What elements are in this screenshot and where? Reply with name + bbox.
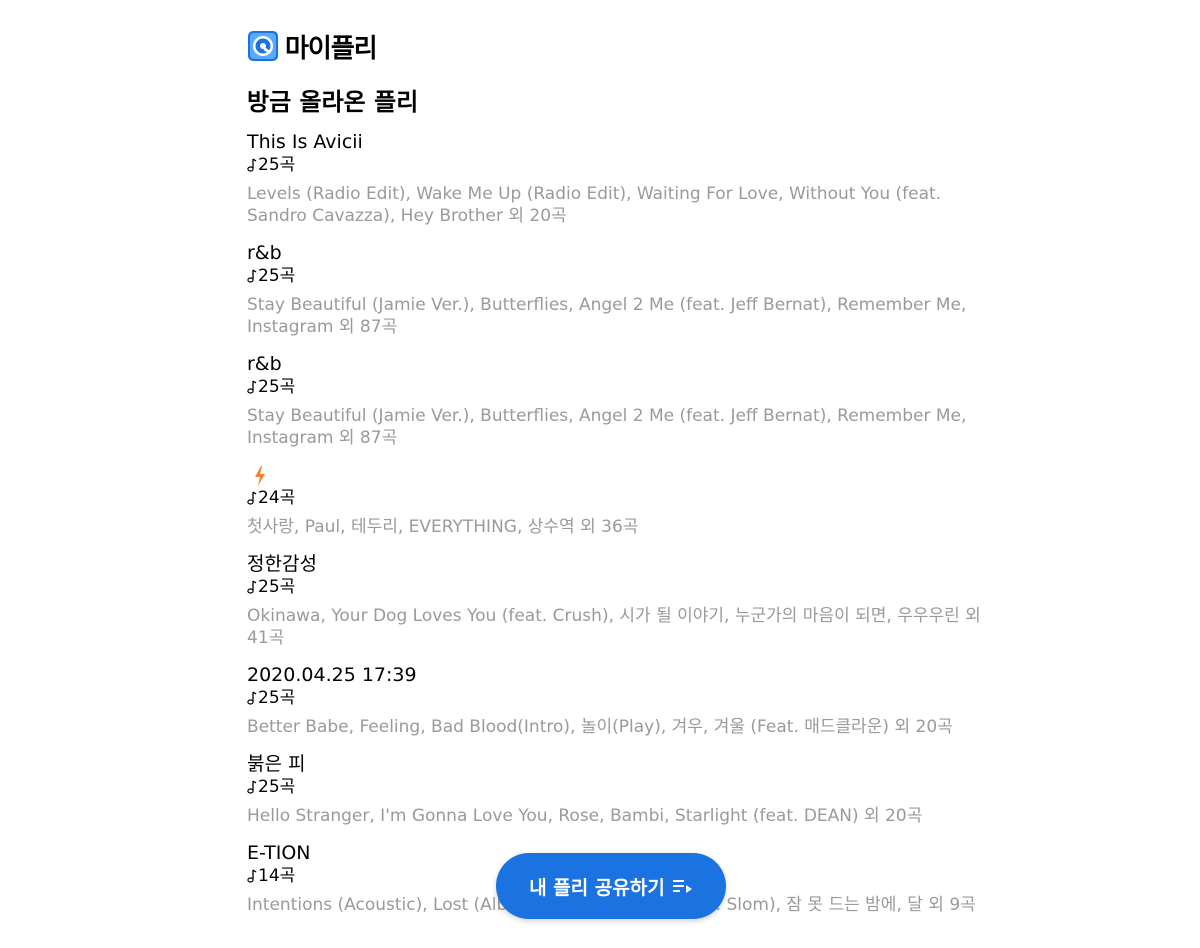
playlist-track-count: 25곡	[247, 576, 987, 598]
playlist-item[interactable]: 2020.04.25 17:39 25곡 Better Babe, Feeling,…	[247, 663, 987, 738]
playlist-item[interactable]: r&b 25곡 Stay Beautiful (Jamie Ver.), Butte…	[247, 352, 987, 449]
music-note-icon	[247, 158, 257, 172]
playlist-title-text: This Is Avicii	[247, 131, 363, 153]
playlist-title-text: r&b	[247, 242, 282, 264]
playlist-title: 붉은 피	[247, 752, 987, 776]
playlist-list: This Is Avicii 25곡 Levels (Radio Edit), Wa…	[247, 130, 987, 916]
playlist-item[interactable]: 정한감성 25곡 Okinawa, Your Dog Loves You (feat…	[247, 552, 987, 649]
playlist-count-text: 25곡	[258, 377, 296, 397]
playlist-track-preview: Levels (Radio Edit), Wake Me Up (Radio E…	[247, 184, 942, 226]
playlist-item[interactable]: This Is Avicii 25곡 Levels (Radio Edit), Wa…	[247, 130, 987, 227]
playlist-title-text: 2020.04.25 17:39	[247, 664, 417, 686]
playlist-title-text: 정한감성	[247, 553, 317, 575]
playlist-title: r&b	[247, 352, 987, 376]
playlist-item[interactable]: 24곡첫사랑, Paul, 테두리, EVERYTHING, 상수역 외 36곡	[247, 463, 987, 538]
playlist-item[interactable]: 붉은 피 25곡 Hello Stranger, I'm Gonna Love Yo…	[247, 752, 987, 827]
music-note-icon	[247, 269, 257, 283]
playlist-queue-icon	[672, 880, 692, 893]
playlist-title: This Is Avicii	[247, 130, 987, 154]
playlist-count-text: 25곡	[258, 777, 296, 797]
share-playlist-button[interactable]: 내 플리 공유하기	[496, 853, 726, 919]
playlist-track-count: 25곡	[247, 776, 987, 798]
main-content: 마이플리 방금 올라온 플리 This Is Avicii 25곡 Levels (…	[247, 28, 987, 930]
playlist-title	[247, 463, 987, 487]
playlist-track-preview: Hello Stranger, I'm Gonna Love You, Rose…	[247, 806, 923, 826]
playlist-track-count: 25곡	[247, 687, 987, 709]
share-button-label: 내 플리 공유하기	[529, 876, 665, 899]
playlist-track-preview: Okinawa, Your Dog Loves You (feat. Crush…	[247, 606, 981, 648]
playlist-count-text: 25곡	[258, 577, 296, 597]
section-title: 방금 올라온 플리	[247, 88, 419, 116]
music-note-icon	[247, 580, 257, 594]
disc-logo-icon	[248, 31, 278, 61]
playlist-track-preview: Stay Beautiful (Jamie Ver.), Butterflies…	[247, 295, 967, 337]
playlist-count-text: 25곡	[258, 155, 296, 175]
playlist-track-preview: Better Babe, Feeling, Bad Blood(Intro), …	[247, 717, 953, 737]
playlist-track-count: 25곡	[247, 154, 987, 176]
playlist-item[interactable]: r&b 25곡 Stay Beautiful (Jamie Ver.), Butte…	[247, 241, 987, 338]
playlist-title: r&b	[247, 241, 987, 265]
playlist-track-preview: Stay Beautiful (Jamie Ver.), Butterflies…	[247, 406, 967, 448]
playlist-title: 2020.04.25 17:39	[247, 663, 987, 687]
music-note-icon	[247, 691, 257, 705]
playlist-count-text: 14곡	[258, 866, 296, 886]
playlist-track-count: 25곡	[247, 265, 987, 287]
playlist-track-count: 24곡	[247, 487, 987, 509]
playlist-track-count: 25곡	[247, 376, 987, 398]
playlist-track-preview: 첫사랑, Paul, 테두리, EVERYTHING, 상수역 외 36곡	[247, 517, 639, 537]
logo-text: 마이플리	[285, 33, 378, 64]
playlist-title: 정한감성	[247, 552, 987, 576]
playlist-count-text: 24곡	[258, 488, 296, 508]
page: 마이플리 방금 올라온 플리 This Is Avicii 25곡 Levels (…	[0, 0, 1200, 948]
music-note-icon	[247, 780, 257, 794]
music-note-icon	[247, 869, 257, 883]
lightning-bolt-icon	[255, 465, 265, 486]
music-note-icon	[247, 491, 257, 505]
playlist-title-text: E-TION	[247, 842, 311, 864]
playlist-title-text: r&b	[247, 353, 282, 375]
playlist-title-text: 붉은 피	[247, 753, 306, 775]
app-logo[interactable]: 마이플리	[247, 28, 987, 64]
music-note-icon	[247, 380, 257, 394]
playlist-count-text: 25곡	[258, 266, 296, 286]
playlist-count-text: 25곡	[258, 688, 296, 708]
